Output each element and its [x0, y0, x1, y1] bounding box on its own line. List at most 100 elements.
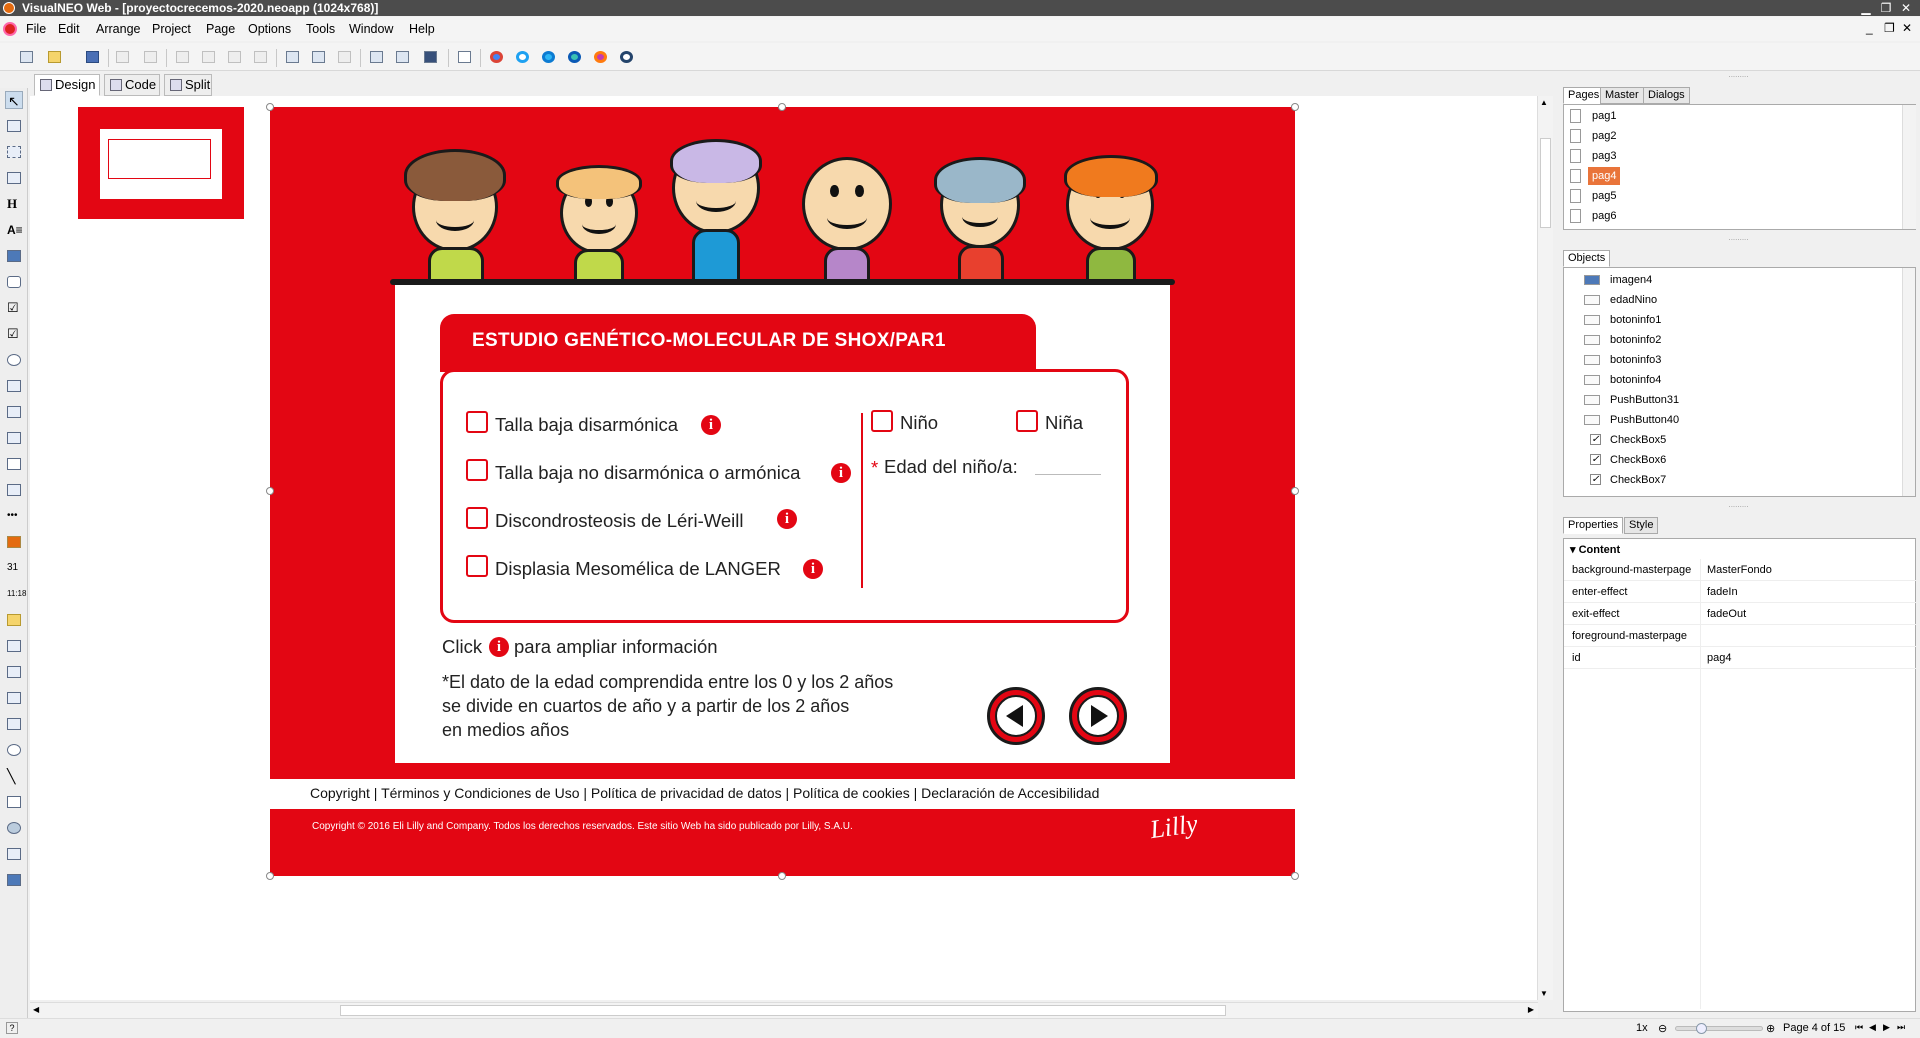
- property-row[interactable]: id pag4: [1564, 647, 1916, 669]
- object-item[interactable]: imagen4: [1584, 271, 1652, 289]
- zoom-slider-thumb[interactable]: [1696, 1023, 1707, 1034]
- prev-page-icon[interactable]: ◀: [1869, 1022, 1876, 1033]
- scroll-left-icon[interactable]: ◀: [33, 1005, 39, 1014]
- page-item-pag5[interactable]: pag5: [1570, 187, 1616, 205]
- age-input[interactable]: [1035, 474, 1101, 475]
- property-row[interactable]: background-masterpage MasterFondo: [1564, 559, 1916, 581]
- page-item-pag6[interactable]: pag6: [1570, 207, 1616, 225]
- line-tool-icon[interactable]: ╲: [5, 767, 23, 785]
- info-icon-4[interactable]: i: [803, 559, 823, 579]
- object-item[interactable]: botoninfo4: [1584, 371, 1661, 389]
- canvas-vertical-scrollbar[interactable]: ▲ ▼: [1537, 96, 1553, 1000]
- internet-explorer-icon[interactable]: [512, 47, 532, 67]
- color-tool-icon[interactable]: [5, 533, 23, 551]
- prev-button[interactable]: [987, 687, 1045, 745]
- open-project-icon[interactable]: [44, 47, 64, 67]
- publish-icon[interactable]: [420, 47, 440, 67]
- copy-icon[interactable]: [198, 47, 218, 67]
- group-icon[interactable]: [282, 47, 302, 67]
- clock-tool-icon[interactable]: [5, 741, 23, 759]
- next-button[interactable]: [1069, 687, 1127, 745]
- progress-tool-icon[interactable]: [5, 715, 23, 733]
- tab-pages[interactable]: Pages: [1563, 87, 1605, 104]
- checkbox-discondrosteosis[interactable]: [466, 507, 488, 529]
- radio-tool-icon[interactable]: [5, 351, 23, 369]
- resize-handle-tl[interactable]: [266, 103, 274, 111]
- object-item[interactable]: PushButton31: [1584, 391, 1679, 409]
- menu-options[interactable]: Options: [248, 22, 291, 36]
- checkbox-talla-disarmonica[interactable]: [466, 411, 488, 433]
- object-item[interactable]: ✓ CheckBox6: [1590, 451, 1666, 469]
- pages-scrollbar[interactable]: [1902, 105, 1916, 229]
- paragraph-tool-icon[interactable]: A≡: [5, 221, 23, 239]
- ungroup-icon[interactable]: [308, 47, 328, 67]
- file-input-tool-icon[interactable]: [5, 481, 23, 499]
- restore-icon[interactable]: ❐: [1876, 0, 1896, 16]
- preview-icon[interactable]: [454, 47, 474, 67]
- panel-grip-bottom[interactable]: .........: [1557, 501, 1920, 509]
- resize-handle-br[interactable]: [1291, 872, 1299, 880]
- edge-icon[interactable]: [538, 47, 558, 67]
- panel-tool-icon[interactable]: [5, 169, 23, 187]
- tree-tool-icon[interactable]: [5, 663, 23, 681]
- tab-dialogs[interactable]: Dialogs: [1643, 87, 1690, 104]
- object-item[interactable]: ✓ CheckBox5: [1590, 431, 1666, 449]
- menu-tools[interactable]: Tools: [306, 22, 335, 36]
- child-restore-icon[interactable]: ❐: [1884, 21, 1895, 35]
- checkbox-displasia[interactable]: [466, 555, 488, 577]
- minimize-icon[interactable]: ▁: [1856, 0, 1876, 16]
- object-item[interactable]: botoninfo3: [1584, 351, 1661, 369]
- heading-tool-icon[interactable]: H: [5, 195, 23, 213]
- opera-icon[interactable]: [616, 47, 636, 67]
- time-tool-icon[interactable]: 11:18: [5, 585, 26, 603]
- scroll-up-icon[interactable]: ▲: [1540, 98, 1548, 107]
- polygon-tool-icon[interactable]: [5, 845, 23, 863]
- zoom-out-icon[interactable]: ⊖: [1658, 1022, 1667, 1035]
- page-item-pag4[interactable]: pag4: [1570, 167, 1620, 185]
- combobox-tool-icon[interactable]: [5, 403, 23, 421]
- tab-objects[interactable]: Objects: [1563, 250, 1611, 267]
- input-tool-icon[interactable]: [5, 455, 23, 473]
- slider-tool-icon[interactable]: [5, 689, 23, 707]
- checkbox-nina[interactable]: [1016, 410, 1038, 432]
- image-tool-icon[interactable]: [5, 247, 23, 265]
- listbox-tool-icon[interactable]: [5, 377, 23, 395]
- align-icon[interactable]: [334, 47, 354, 67]
- select-tool-icon[interactable]: ↖: [5, 91, 23, 109]
- table-tool-icon[interactable]: [5, 637, 23, 655]
- checkbox-tool-icon[interactable]: ☑: [5, 299, 23, 317]
- redo-icon[interactable]: [140, 47, 160, 67]
- scroll-right-icon[interactable]: ▶: [1528, 1005, 1534, 1014]
- resize-handle-bl[interactable]: [266, 872, 274, 880]
- page-item-pag2[interactable]: pag2: [1570, 127, 1616, 145]
- zoom-in-icon[interactable]: ⊕: [1766, 1022, 1775, 1035]
- child-close-icon[interactable]: ✕: [1902, 21, 1912, 35]
- delete-icon[interactable]: [250, 47, 270, 67]
- info-icon-2[interactable]: i: [831, 463, 851, 483]
- ellipse-tool-icon[interactable]: [5, 819, 23, 837]
- object-item[interactable]: botoninfo2: [1584, 331, 1661, 349]
- button-tool-icon[interactable]: [5, 273, 23, 291]
- property-row[interactable]: enter-effect fadeIn: [1564, 581, 1916, 603]
- footer-links[interactable]: Copyright | Términos y Condiciones de Us…: [310, 785, 1099, 801]
- page-thumbnail[interactable]: [78, 107, 244, 219]
- property-row[interactable]: exit-effect fadeOut: [1564, 603, 1916, 625]
- menu-page[interactable]: Page: [206, 22, 235, 36]
- tab-properties[interactable]: Properties: [1563, 517, 1624, 534]
- objects-scrollbar[interactable]: [1902, 268, 1915, 496]
- object-item[interactable]: botoninfo1: [1584, 311, 1661, 329]
- object-item[interactable]: PushButton40: [1584, 411, 1679, 429]
- canvas-vscroll-thumb[interactable]: [1540, 138, 1551, 228]
- folder-tool-icon[interactable]: [5, 611, 23, 629]
- next-page-icon[interactable]: ▶: [1883, 1022, 1890, 1033]
- tab-code[interactable]: Code: [104, 74, 160, 96]
- tab-master[interactable]: Master: [1600, 87, 1644, 104]
- tab-design[interactable]: Design: [34, 74, 100, 96]
- edge-chromium-icon[interactable]: [564, 47, 584, 67]
- menu-arrange[interactable]: Arrange: [96, 22, 140, 36]
- property-row[interactable]: foreground-masterpage: [1564, 625, 1916, 647]
- object-item[interactable]: edadNino: [1584, 291, 1657, 309]
- help-icon[interactable]: ?: [6, 1022, 18, 1034]
- canvas-hscroll-thumb[interactable]: [340, 1005, 1226, 1016]
- page-item-pag3[interactable]: pag3: [1570, 147, 1616, 165]
